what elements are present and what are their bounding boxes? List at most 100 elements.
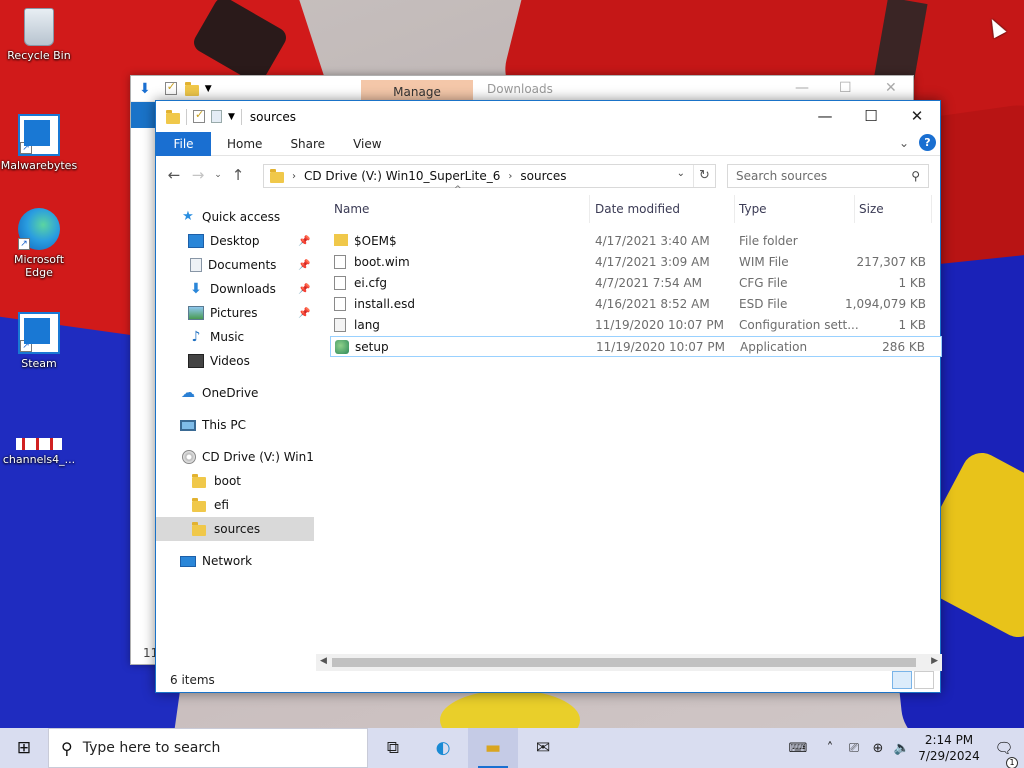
forward-arrow-icon[interactable]: → <box>186 166 210 184</box>
nav-cd-drive[interactable]: CD Drive (V:) Win10_S <box>156 445 314 469</box>
file-row[interactable]: $OEM$ 4/17/2021 3:40 AM File folder <box>330 231 942 252</box>
column-header-date[interactable]: Date modified <box>591 195 735 223</box>
column-header-name[interactable]: Name <box>330 195 590 223</box>
cloud-icon: ☁ <box>181 385 195 401</box>
column-header-type[interactable]: Type <box>735 195 855 223</box>
network-globe-icon[interactable]: ⊕ <box>866 741 890 756</box>
column-header-size[interactable]: Size <box>855 195 932 223</box>
nav-this-pc[interactable]: This PC <box>156 413 314 437</box>
file-row[interactable]: lang 11/19/2020 10:07 PM Configuration set… <box>330 315 942 336</box>
keyboard-icon[interactable]: ⌨ <box>778 741 818 756</box>
maximize-icon[interactable]: ☐ <box>839 80 852 96</box>
minimize-icon[interactable]: — <box>795 80 809 96</box>
tab-home[interactable]: Home <box>213 132 276 156</box>
navigation-pane: ★ Quick access Desktop 📌 Documents 📌 ⬇ D… <box>156 195 314 665</box>
chevron-up-icon[interactable]: ˄ <box>818 741 842 756</box>
meet-now-icon[interactable]: ⎚ <box>842 741 866 756</box>
expand-ribbon-icon[interactable]: ⌄ <box>899 136 909 150</box>
details-view-icon[interactable] <box>892 671 912 689</box>
nav-desktop[interactable]: Desktop 📌 <box>156 229 314 253</box>
manage-tab[interactable]: Manage <box>361 80 473 102</box>
nav-pictures[interactable]: Pictures 📌 <box>156 301 314 325</box>
nav-videos[interactable]: Videos <box>156 349 314 373</box>
windows-start-icon[interactable]: ⊞ <box>0 728 48 768</box>
recent-locations-chevron-icon[interactable]: ⌄ <box>210 170 226 180</box>
close-icon[interactable]: ✕ <box>885 80 897 96</box>
taskbar-mail-icon[interactable]: ✉ <box>518 728 568 768</box>
desktop-icon-steam[interactable]: ↗ Steam <box>0 312 78 370</box>
refresh-icon[interactable]: ↻ <box>693 165 715 187</box>
file-type: ESD File <box>739 297 788 311</box>
nav-boot[interactable]: boot <box>156 469 314 493</box>
desktop-icon-label: Microsoft Edge <box>13 253 65 279</box>
nav-network[interactable]: Network <box>156 549 314 573</box>
properties-icon[interactable] <box>193 108 205 123</box>
breadcrumb-separator-icon[interactable]: › <box>508 171 512 182</box>
folder-icon <box>334 234 348 246</box>
desktop-icon-edge[interactable]: ↗ Microsoft Edge <box>0 208 78 279</box>
large-icons-view-icon[interactable] <box>914 671 934 689</box>
arrow-down-icon: ⬇ <box>139 80 151 97</box>
scrollbar-thumb[interactable] <box>332 658 916 667</box>
new-folder-icon[interactable] <box>211 110 222 123</box>
nav-efi[interactable]: efi <box>156 493 314 517</box>
file-row[interactable]: setup 11/19/2020 10:07 PM Application 286 K… <box>330 336 942 357</box>
pin-icon: 📌 <box>298 283 311 295</box>
file-type: File folder <box>739 234 798 248</box>
nav-onedrive[interactable]: ☁ OneDrive <box>156 381 314 405</box>
malwarebytes-icon: ↗ <box>18 114 60 156</box>
minimize-button[interactable]: — <box>802 101 848 131</box>
nav-downloads[interactable]: ⬇ Downloads 📌 <box>156 277 314 301</box>
taskbar-file-explorer-icon[interactable]: ▬ <box>468 728 518 768</box>
search-input[interactable]: Search sources ⚲ <box>727 164 929 188</box>
volume-muted-icon[interactable]: 🔈 <box>890 741 914 756</box>
file-size: 1,094,079 KB <box>845 297 926 311</box>
desktop-icon-recycle-bin[interactable]: Recycle Bin <box>0 8 78 62</box>
navigation-bar: ← → ⌄ ↑ › CD Drive (V:) Win10_SuperLite_… <box>156 156 940 194</box>
breadcrumb-separator-icon[interactable]: › <box>292 171 296 182</box>
background-window-title: Downloads <box>487 82 553 96</box>
close-button[interactable]: ✕ <box>894 101 940 131</box>
documents-icon <box>190 258 202 272</box>
scroll-left-icon[interactable]: ◀ <box>320 656 327 666</box>
back-arrow-icon[interactable]: ← <box>162 166 186 184</box>
tab-share[interactable]: Share <box>276 132 339 156</box>
maximize-button[interactable]: ☐ <box>848 101 894 131</box>
taskbar-search-input[interactable]: ⚲ Type here to search <box>48 728 368 768</box>
file-explorer-window[interactable]: ▼ sources — ☐ ✕ File Home Share View ⌄ ?… <box>155 100 942 693</box>
cd-drive-icon <box>182 450 196 464</box>
customize-toolbar-chevron-icon[interactable]: ▼ <box>228 112 235 122</box>
taskbar-edge-icon[interactable]: ◐ <box>418 728 468 768</box>
address-history-chevron-icon[interactable]: ⌄ <box>677 168 685 179</box>
folder-icon <box>166 109 180 124</box>
nav-music[interactable]: ♪ Music <box>156 325 314 349</box>
file-row[interactable]: ei.cfg 4/7/2021 7:54 AM CFG File 1 KB <box>330 273 942 294</box>
tab-view[interactable]: View <box>339 132 395 156</box>
setup-app-icon <box>335 340 349 354</box>
file-row[interactable]: boot.wim 4/17/2021 3:09 AM WIM File 217,307… <box>330 252 942 273</box>
file-name: $OEM$ <box>354 234 397 248</box>
file-row[interactable]: install.esd 4/16/2021 8:52 AM ESD File 1,09… <box>330 294 942 315</box>
folder-icon <box>192 474 206 488</box>
notification-center-icon[interactable]: 🗨 1 <box>984 739 1024 768</box>
scroll-right-icon[interactable]: ▶ <box>931 656 938 666</box>
task-view-icon[interactable]: ⧉ <box>368 728 418 768</box>
nav-documents[interactable]: Documents 📌 <box>156 253 314 277</box>
help-icon[interactable]: ? <box>919 134 936 151</box>
file-name: lang <box>354 318 380 332</box>
address-bar[interactable]: › CD Drive (V:) Win10_SuperLite_6 › sour… <box>263 164 716 188</box>
tab-file[interactable]: File <box>156 131 211 156</box>
breadcrumb-sources[interactable]: sources <box>520 169 566 183</box>
file-date: 4/7/2021 7:54 AM <box>595 276 703 290</box>
clock[interactable]: 2:14 PM 7/29/2024 <box>914 732 984 764</box>
network-icon <box>180 555 196 567</box>
up-arrow-icon[interactable]: ↑ <box>226 166 250 184</box>
nav-sources[interactable]: sources <box>156 517 314 541</box>
nav-quick-access[interactable]: ★ Quick access <box>156 205 314 229</box>
background-window-titlebar: ⬇ ▼ Manage Downloads — ☐ ✕ <box>131 76 913 102</box>
breadcrumb-cd-drive[interactable]: CD Drive (V:) Win10_SuperLite_6 <box>304 169 500 183</box>
desktop-icon-channels4[interactable]: channels4_... <box>0 410 78 466</box>
quick-access-toolbar: ▼ <box>156 108 242 125</box>
desktop-icon-malwarebytes[interactable]: ↗ Malwarebytes <box>0 114 78 172</box>
desktop-icon-label: Recycle Bin <box>7 49 71 62</box>
